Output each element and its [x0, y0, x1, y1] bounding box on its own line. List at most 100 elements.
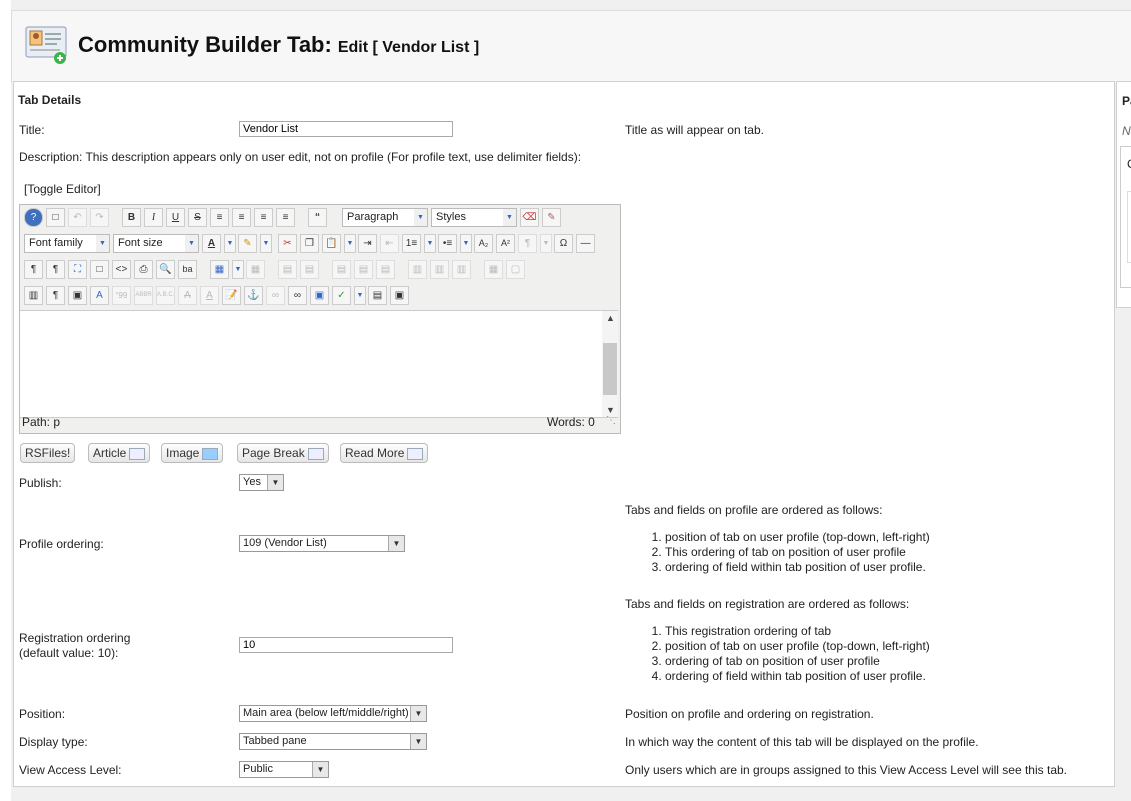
insert-media-icon[interactable]: ▣ — [390, 286, 409, 305]
eraser-icon[interactable]: ⌫ — [520, 208, 539, 227]
align-right-icon[interactable]: ≡ — [276, 208, 295, 227]
scroll-up-icon[interactable]: ▲ — [606, 313, 615, 323]
list-item: position of tab on user profile (top-dow… — [665, 530, 930, 545]
rtl-icon[interactable]: ¶ — [46, 260, 65, 279]
unlink-icon[interactable]: ∞ — [266, 286, 285, 305]
visual-aid-icon[interactable]: ▥ — [24, 286, 43, 305]
styles-props-icon[interactable]: A — [90, 286, 109, 305]
blockquote-icon[interactable]: “ — [308, 208, 327, 227]
chevron-down-icon[interactable]: ▼ — [354, 286, 366, 305]
registration-ordering-input[interactable] — [239, 637, 453, 653]
clean-up-icon[interactable]: ✎ — [542, 208, 561, 227]
cut-icon[interactable]: ✂ — [278, 234, 297, 253]
chevron-down-icon[interactable]: ▼ — [540, 234, 552, 253]
scroll-thumb[interactable] — [603, 343, 617, 395]
chevron-down-icon[interactable]: ▼ — [260, 234, 272, 253]
cell-properties-icon[interactable]: ▤ — [300, 260, 319, 279]
delete-col-icon[interactable]: ▥ — [452, 260, 471, 279]
position-select[interactable]: Main area (below left/middle/right) ▼ — [239, 705, 427, 722]
toggle-editor-link[interactable]: [Toggle Editor] — [24, 182, 101, 196]
bold-icon[interactable]: B — [122, 208, 141, 227]
styles-dropdown[interactable]: Styles ▼ — [431, 208, 517, 227]
align-left-icon[interactable]: ≡ — [254, 208, 273, 227]
highlight-color-icon[interactable]: ✎ — [238, 234, 257, 253]
subscript-icon[interactable]: A₂ — [474, 234, 493, 253]
superscript-icon[interactable]: A² — [496, 234, 515, 253]
new-document-icon[interactable]: □ — [46, 208, 65, 227]
help-icon[interactable]: ? — [24, 208, 43, 227]
resize-handle-icon[interactable]: ⋱ — [606, 415, 616, 426]
format-dropdown[interactable]: Paragraph ▼ — [342, 208, 428, 227]
redo-icon[interactable]: ↷ — [90, 208, 109, 227]
print-icon[interactable]: ⎙ — [134, 260, 153, 279]
scroll-down-icon[interactable]: ▼ — [606, 405, 615, 415]
ltr-icon[interactable]: ¶ — [24, 260, 43, 279]
merge-cells-icon[interactable]: ▢ — [506, 260, 525, 279]
image-button[interactable]: Image — [161, 443, 224, 463]
underline-icon[interactable]: U — [166, 208, 185, 227]
row-properties-icon[interactable]: ▤ — [278, 260, 297, 279]
acronym-icon[interactable]: A.B.C. — [156, 286, 175, 305]
italic-icon[interactable]: I — [144, 208, 163, 227]
access-level-select[interactable]: Public ▼ — [239, 761, 329, 778]
strikethrough-icon[interactable]: S — [188, 208, 207, 227]
link-icon[interactable]: ∞ — [288, 286, 307, 305]
align-justify-icon[interactable]: ≡ — [210, 208, 229, 227]
insert-table-icon[interactable]: ▦ — [210, 260, 229, 279]
rsfiles-button[interactable]: RSFiles! — [20, 443, 76, 463]
outdent-icon[interactable]: ⇤ — [380, 234, 399, 253]
delete-table-icon[interactable]: ▦ — [246, 260, 265, 279]
list-item: position of tab on user profile (top-dow… — [665, 639, 930, 654]
split-cells-icon[interactable]: ▦ — [484, 260, 503, 279]
editor-content-area[interactable]: ▲ ▼ — [20, 310, 618, 418]
font-size-dropdown[interactable]: Font size ▼ — [113, 234, 199, 253]
quote-icon[interactable]: “99 — [112, 286, 131, 305]
display-type-select[interactable]: Tabbed pane ▼ — [239, 733, 427, 750]
chevron-down-icon[interactable]: ▼ — [224, 234, 236, 253]
anchor-icon[interactable]: ⚓ — [244, 286, 263, 305]
insert-template-icon[interactable]: □ — [90, 260, 109, 279]
find-icon[interactable]: 🔍 — [156, 260, 175, 279]
fullscreen-icon[interactable]: ⛶ — [68, 260, 87, 279]
attributes-icon[interactable]: 📝 — [222, 286, 241, 305]
page-break-icon[interactable]: ▤ — [368, 286, 387, 305]
copy-icon[interactable]: ❐ — [300, 234, 319, 253]
spellcheck-icon[interactable]: ✓ — [332, 286, 351, 305]
insert-image-icon[interactable]: ▣ — [310, 286, 329, 305]
abbr-icon[interactable]: ABBR — [134, 286, 153, 305]
show-blocks-icon[interactable]: ¶ — [46, 286, 65, 305]
chevron-down-icon[interactable]: ▼ — [424, 234, 436, 253]
special-character-icon[interactable]: Ω — [554, 234, 573, 253]
title-input[interactable] — [239, 121, 453, 137]
profile-ordering-select[interactable]: 109 (Vendor List) ▼ — [239, 535, 405, 552]
article-button[interactable]: Article — [88, 443, 151, 463]
font-family-dropdown[interactable]: Font family ▼ — [24, 234, 110, 253]
editor-scrollbar[interactable]: ▲ ▼ — [602, 311, 618, 417]
insert-col-before-icon[interactable]: ▥ — [408, 260, 427, 279]
undo-icon[interactable]: ↶ — [68, 208, 87, 227]
delete-text-icon[interactable]: A — [178, 286, 197, 305]
delete-row-icon[interactable]: ▤ — [376, 260, 395, 279]
paste-icon[interactable]: 📋 — [322, 234, 341, 253]
numbered-list-icon[interactable]: 1≡ — [402, 234, 421, 253]
read-more-button[interactable]: Read More — [340, 443, 429, 463]
source-code-icon[interactable]: <> — [112, 260, 131, 279]
list-item: ordering of field within tab position of… — [665, 560, 930, 575]
align-center-icon[interactable]: ≡ — [232, 208, 251, 227]
insert-text-icon[interactable]: A — [200, 286, 219, 305]
horizontal-rule-icon[interactable]: — — [576, 234, 595, 253]
chevron-down-icon[interactable]: ▼ — [232, 260, 244, 279]
replace-icon[interactable]: ba — [178, 260, 197, 279]
style-props-icon[interactable]: ¶ — [518, 234, 537, 253]
text-color-icon[interactable]: A — [202, 234, 221, 253]
insert-layer-icon[interactable]: ▣ — [68, 286, 87, 305]
indent-icon[interactable]: ⇥ — [358, 234, 377, 253]
insert-row-before-icon[interactable]: ▤ — [332, 260, 351, 279]
chevron-down-icon[interactable]: ▼ — [344, 234, 356, 253]
bullet-list-icon[interactable]: •≡ — [438, 234, 457, 253]
publish-select[interactable]: Yes ▼ — [239, 474, 284, 491]
chevron-down-icon[interactable]: ▼ — [460, 234, 472, 253]
page-break-button[interactable]: Page Break — [237, 443, 329, 463]
insert-col-after-icon[interactable]: ▥ — [430, 260, 449, 279]
insert-row-after-icon[interactable]: ▤ — [354, 260, 373, 279]
